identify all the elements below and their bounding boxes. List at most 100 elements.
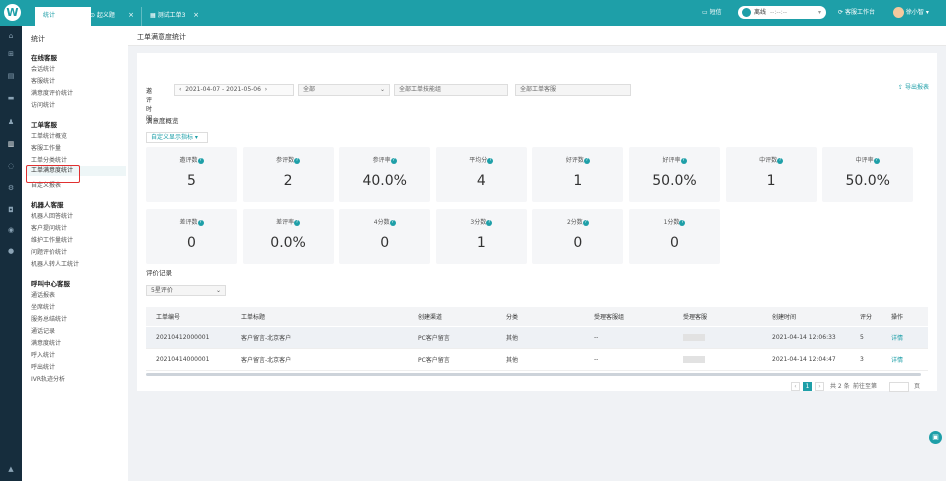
metric-label: 参评数? [243, 155, 334, 164]
nav-item[interactable]: IVR轨迹分析 [31, 374, 65, 383]
nav-group-callcenter[interactable]: 呼叫中心客服 [31, 278, 70, 288]
help-icon[interactable]: ? [777, 157, 784, 164]
export-button[interactable]: ⇪ 导出报表 [898, 82, 929, 91]
metric-label: 邀评数? [146, 155, 237, 164]
custom-metrics-button[interactable]: 自定义显示指标 ▾ [146, 132, 208, 143]
nav-item[interactable]: 呼出统计 [31, 362, 55, 371]
metric-card: 参评率? 40.0% [339, 147, 431, 202]
agent-placeholder: 全部工单客服 [520, 86, 557, 93]
table-row[interactable]: 20210412000001 客户留言-北京客户 PC客户留言 其他 -- 20… [146, 327, 928, 349]
metric-value: 0 [670, 235, 679, 251]
robot-icon[interactable]: ◘ [7, 207, 15, 214]
nav-item[interactable]: 服务总结统计 [31, 314, 67, 323]
nav-item[interactable]: 坐席统计 [31, 302, 55, 311]
grid-icon[interactable]: ⊞ [7, 51, 15, 58]
help-icon[interactable]: ? [486, 219, 493, 226]
nav-item[interactable]: 问题评价统计 [31, 247, 67, 256]
metric-label-text: 参评率 [372, 157, 391, 164]
details-link[interactable]: 详情 [891, 349, 903, 370]
metric-label: 1分数? [629, 217, 720, 226]
metric-label: 中评数? [726, 155, 817, 164]
chart-icon[interactable]: ▥ [7, 141, 15, 148]
date-range-value: 2021-04-07 - 2021-05-06 [185, 86, 261, 93]
records-title: 评价记录 [146, 269, 172, 277]
help-icon[interactable]: ? [583, 157, 590, 164]
close-icon[interactable]: × [193, 7, 199, 24]
metric-label-text: 好评率 [662, 157, 681, 164]
home-icon[interactable]: ⌂ [7, 33, 15, 40]
chat-bubble-icon[interactable]: ▣ [929, 431, 942, 444]
help-icon[interactable]: ? [197, 157, 204, 164]
redacted-agent [683, 334, 705, 341]
skill-group-select[interactable]: 全部工单技能组 [394, 84, 508, 96]
help-icon[interactable]: ? [873, 157, 880, 164]
tab-3[interactable]: ▦ 测试工单3 × [141, 7, 205, 26]
table-row[interactable]: 20210414000001 客户留言-北京客户 PC客户留言 其他 -- 20… [146, 349, 928, 371]
nav-item[interactable]: 工单分类统计 [31, 155, 67, 164]
close-icon[interactable]: × [128, 7, 134, 24]
ticket-score: 5 [860, 334, 864, 341]
nav-item[interactable]: 通话记录 [31, 326, 55, 335]
help-icon[interactable]: ? [197, 219, 204, 226]
rating-filter-select[interactable]: 5星评价 ⌄ [146, 285, 226, 296]
contact-icon[interactable]: ● [7, 248, 15, 255]
nav-item[interactable]: 维护工作量统计 [31, 235, 73, 244]
prev-page-button[interactable]: ‹ [791, 382, 800, 391]
status-select[interactable]: 离线 --:--:-- ▾ [738, 6, 826, 19]
help-icon[interactable]: ? [294, 157, 301, 164]
help-icon[interactable]: ? [389, 219, 396, 226]
nav-group-online[interactable]: 在线客服 [31, 52, 57, 62]
chat-icon[interactable]: ▬ [7, 95, 15, 102]
nav-item[interactable]: 工单统计概览 [31, 131, 67, 140]
metric-label-text: 中评数 [759, 157, 778, 164]
search-icon[interactable]: ◌ [7, 163, 15, 170]
nav-item[interactable]: 机器人回答统计 [31, 211, 73, 220]
nav-item[interactable]: 机器人转人工统计 [31, 259, 79, 268]
nav-item[interactable]: 呼入统计 [31, 350, 55, 359]
column-header: 创建渠道 [418, 314, 443, 321]
sms-button[interactable]: ▭ 短信 [702, 6, 722, 20]
user-menu[interactable]: 徐小智 ▾ [893, 6, 929, 20]
main-area: 工单满意度统计 邀评时间 ‹ 2021-04-07 - 2021-05-06 ›… [128, 26, 946, 481]
nav-item[interactable]: 会话统计 [31, 64, 55, 73]
nav-group-robot[interactable]: 机器人客服 [31, 199, 64, 209]
phone-icon[interactable]: ◉ [7, 227, 15, 234]
help-icon[interactable]: ? [390, 157, 397, 164]
page-1-button[interactable]: 1 [803, 382, 812, 391]
scope-select[interactable]: 全部 ⌄ [298, 84, 390, 96]
nav-item[interactable]: 客服工作量 [31, 143, 61, 152]
help-icon[interactable]: ? [680, 157, 687, 164]
details-link[interactable]: 详情 [891, 327, 903, 348]
nav-item[interactable]: 通话报表 [31, 290, 55, 299]
metric-value: 1 [476, 235, 486, 251]
column-header: 分类 [506, 314, 519, 321]
nav-item[interactable]: 满意度统计 [31, 338, 61, 347]
help-icon[interactable]: ? [487, 157, 494, 164]
user-icon[interactable]: ♟ [7, 119, 15, 126]
nav-group-ticket[interactable]: 工单客服 [31, 119, 57, 129]
agent-select[interactable]: 全部工单客服 [515, 84, 631, 96]
metric-card: 中评率? 50.0% [822, 147, 914, 202]
ticket-channel: PC客户留言 [418, 357, 450, 364]
workbench-button[interactable]: ⟳ 客服工作台 [838, 6, 875, 20]
date-range-picker[interactable]: ‹ 2021-04-07 - 2021-05-06 › [174, 84, 294, 96]
horizontal-scrollbar[interactable] [146, 373, 921, 376]
metric-value: 0.0% [270, 235, 306, 251]
bell-icon[interactable]: ▲ [7, 466, 15, 473]
overview-title: 满意度概览 [146, 117, 179, 125]
next-page-button[interactable]: › [815, 382, 824, 391]
document-icon[interactable]: ▤ [7, 73, 15, 80]
page-jump-input[interactable] [889, 382, 909, 392]
help-icon[interactable]: ? [582, 219, 589, 226]
metric-label-text: 2分数 [566, 219, 583, 226]
metric-label: 差评数? [146, 217, 237, 226]
help-icon[interactable]: ? [679, 219, 686, 226]
nav-item[interactable]: 满意度评价统计 [31, 88, 73, 97]
help-icon[interactable]: ? [294, 219, 301, 226]
settings-icon[interactable]: ⚙ [7, 185, 15, 192]
nav-item[interactable]: 客服统计 [31, 76, 55, 85]
tab-2[interactable]: ⊙ 起义题 × [82, 7, 140, 26]
metric-label: 好评率? [629, 155, 720, 164]
nav-item[interactable]: 客户提问统计 [31, 223, 67, 232]
nav-item[interactable]: 访问统计 [31, 100, 55, 109]
